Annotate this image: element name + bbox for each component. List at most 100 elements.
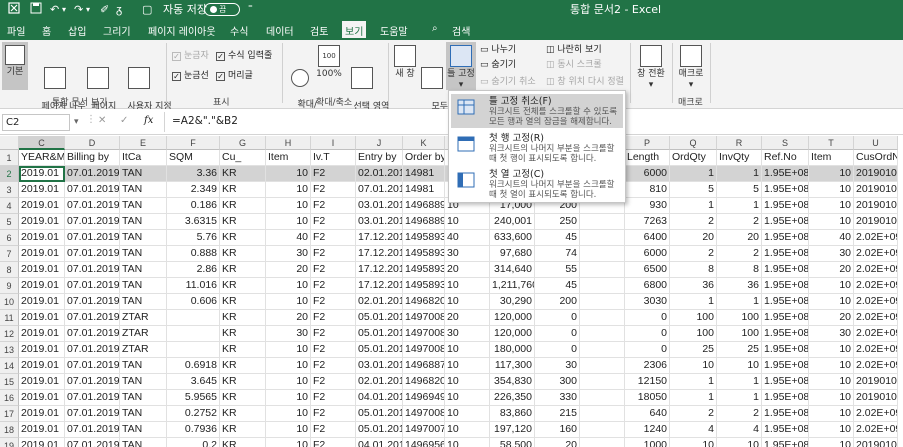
data-cell[interactable]: 6400	[625, 230, 670, 246]
data-cell[interactable]: 1	[717, 198, 762, 214]
data-cell[interactable]: 10	[266, 422, 311, 438]
data-cell[interactable]: 14968208	[403, 294, 445, 310]
data-cell[interactable]: KR	[220, 438, 266, 447]
tab-review[interactable]: 검토	[310, 23, 328, 38]
header-cell[interactable]: InvQty	[717, 150, 762, 166]
data-cell[interactable]: KR	[220, 374, 266, 390]
data-cell[interactable]: 6800	[625, 278, 670, 294]
data-cell[interactable]: 1.95E+08	[762, 358, 809, 374]
print-preview-icon[interactable]: ▢	[142, 2, 152, 17]
data-cell[interactable]: 02.01.2019	[356, 294, 403, 310]
column-header[interactable]: T	[809, 136, 854, 150]
data-cell[interactable]: 240,001	[490, 214, 535, 230]
freeze-panes-button[interactable]: 틀 고정 ▾	[446, 42, 476, 90]
data-cell[interactable]: 07.01.2019	[356, 182, 403, 198]
data-cell[interactable]: 2019.01	[19, 262, 65, 278]
data-cell[interactable]	[580, 390, 625, 406]
data-cell[interactable]: 1240	[625, 422, 670, 438]
data-cell[interactable]: 1.95E+08	[762, 390, 809, 406]
data-cell[interactable]: 04.01.2019	[356, 390, 403, 406]
undo-icon[interactable]: ↶	[50, 2, 59, 17]
data-cell[interactable]	[580, 342, 625, 358]
data-cell[interactable]: 3.36	[167, 166, 220, 182]
data-cell[interactable]: 10	[809, 358, 854, 374]
data-cell[interactable]: 07.01.2019	[65, 246, 120, 262]
column-header[interactable]: U	[854, 136, 898, 150]
data-cell[interactable]: 20	[809, 262, 854, 278]
data-cell[interactable]: 2.86	[167, 262, 220, 278]
data-cell[interactable]: 55	[535, 262, 580, 278]
data-cell[interactable]: 1.95E+08	[762, 182, 809, 198]
data-cell[interactable]: 14969561	[403, 438, 445, 447]
data-cell[interactable]: 2019.01	[19, 214, 65, 230]
data-cell[interactable]: 10	[809, 422, 854, 438]
data-cell[interactable]: 10	[266, 166, 311, 182]
data-cell[interactable]: 10	[445, 294, 490, 310]
data-cell[interactable]: F2	[311, 246, 356, 262]
data-cell[interactable]: 10	[266, 438, 311, 447]
data-cell[interactable]: 2	[717, 214, 762, 230]
data-cell[interactable]: KR	[220, 278, 266, 294]
normal-view-button[interactable]: 기본	[2, 42, 28, 90]
data-cell[interactable]: ZTAR	[120, 310, 167, 326]
data-cell[interactable]: 0.6918	[167, 358, 220, 374]
customize-qat-icon[interactable]: ⁼	[248, 2, 253, 17]
data-cell[interactable]: 40	[809, 230, 854, 246]
data-cell[interactable]: 10	[445, 406, 490, 422]
data-cell[interactable]: 1000	[625, 438, 670, 447]
data-cell[interactable]: 07.01.2019	[65, 358, 120, 374]
data-cell[interactable]: 2.02E+09	[854, 342, 898, 358]
data-cell[interactable]: 45	[535, 278, 580, 294]
data-cell[interactable]: 1,211,760	[490, 278, 535, 294]
data-cell[interactable]: 10	[809, 214, 854, 230]
data-cell[interactable]: TAN	[120, 198, 167, 214]
data-cell[interactable]: 14968893	[403, 214, 445, 230]
name-box[interactable]: C2	[2, 114, 70, 131]
data-cell[interactable]: 10	[809, 390, 854, 406]
data-cell[interactable]: ZTAR	[120, 326, 167, 342]
data-cell[interactable]	[167, 342, 220, 358]
data-cell[interactable]: TAN	[120, 374, 167, 390]
data-cell[interactable]: 180,000	[490, 342, 535, 358]
data-cell[interactable]: 250	[535, 214, 580, 230]
data-cell[interactable]: 10	[809, 438, 854, 447]
data-cell[interactable]: 10	[266, 198, 311, 214]
data-cell[interactable]: F2	[311, 278, 356, 294]
data-cell[interactable]: F2	[311, 438, 356, 447]
autosave-toggle[interactable]: 끔	[204, 3, 240, 16]
data-cell[interactable]: 2019.01	[19, 406, 65, 422]
data-cell[interactable]: 30	[809, 246, 854, 262]
data-cell[interactable]: 2.02E+09	[854, 422, 898, 438]
data-cell[interactable]: F2	[311, 326, 356, 342]
data-cell[interactable]: TAN	[120, 230, 167, 246]
data-cell[interactable]: 07.01.2019	[65, 406, 120, 422]
data-cell[interactable]: 640	[625, 406, 670, 422]
data-cell[interactable]: 215	[535, 406, 580, 422]
data-cell[interactable]: 30	[266, 246, 311, 262]
data-cell[interactable]: 20190102	[854, 374, 898, 390]
data-cell[interactable]: 2019.01	[19, 230, 65, 246]
header-cell[interactable]: SQM	[167, 150, 220, 166]
data-cell[interactable]: 20190103-	[854, 214, 898, 230]
sync-scroll-button[interactable]: ◫ 동시 스크롤	[546, 59, 602, 71]
data-cell[interactable]: 30	[445, 246, 490, 262]
data-cell[interactable]: F2	[311, 230, 356, 246]
row-header[interactable]: 10	[0, 294, 19, 310]
row-header[interactable]: 7	[0, 246, 19, 262]
name-box-dropdown-icon[interactable]: ▾	[74, 117, 79, 127]
data-cell[interactable]	[580, 438, 625, 447]
save-icon[interactable]	[30, 2, 42, 18]
data-cell[interactable]: 1.95E+08	[762, 246, 809, 262]
data-cell[interactable]: 2.349	[167, 182, 220, 198]
data-cell[interactable]: 100	[717, 326, 762, 342]
data-cell[interactable]: 1.95E+08	[762, 230, 809, 246]
data-cell[interactable]: 2019.01	[19, 422, 65, 438]
data-cell[interactable]: 0	[625, 326, 670, 342]
data-cell[interactable]: 10	[266, 214, 311, 230]
data-cell[interactable]	[580, 262, 625, 278]
data-cell[interactable]: 810	[625, 182, 670, 198]
data-cell[interactable]: TAN	[120, 390, 167, 406]
data-cell[interactable]: 2.02E+09	[854, 406, 898, 422]
data-cell[interactable]: KR	[220, 262, 266, 278]
data-cell[interactable]: F2	[311, 342, 356, 358]
